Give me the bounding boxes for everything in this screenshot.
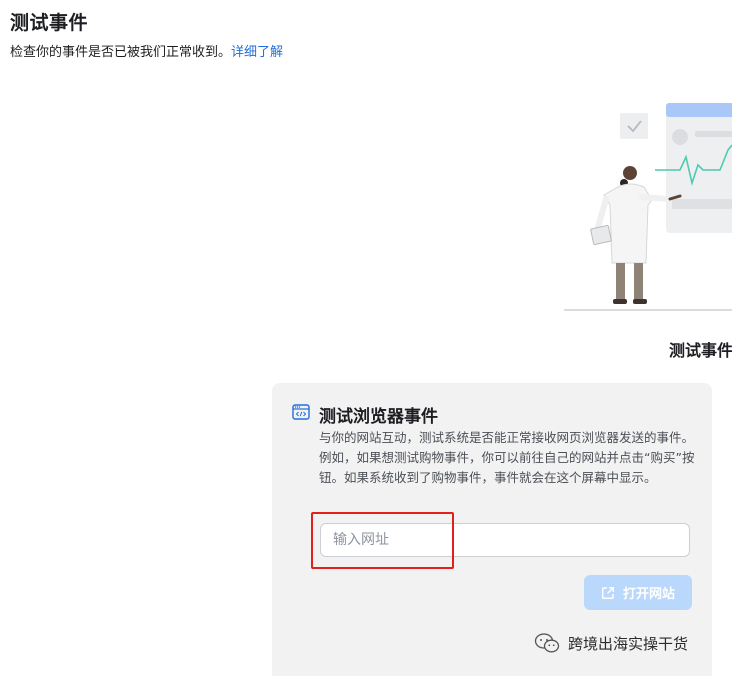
browser-test-card: 测试浏览器事件 与你的网站互动，测试系统是否能正常接收网页浏览器发送的事件。例如… xyxy=(272,383,712,676)
dashboard-avatar xyxy=(672,129,688,145)
card-title: 测试浏览器事件 xyxy=(319,407,438,427)
page-subtitle: 检查你的事件是否已被我们正常收到。详细了解 xyxy=(10,41,283,60)
subtitle-text: 检查你的事件是否已被我们正常收到。 xyxy=(10,45,232,60)
checkbox-shape xyxy=(620,113,648,139)
external-link-icon xyxy=(601,586,615,599)
learn-more-link[interactable]: 详细了解 xyxy=(231,45,283,60)
dashboard-header-bar xyxy=(666,103,732,117)
card-description: 与你的网站互动，测试系统是否能正常接收网页浏览器发送的事件。例如，如果想测试购物… xyxy=(319,430,695,485)
wechat-icon xyxy=(534,633,560,653)
person-head xyxy=(623,166,637,180)
open-website-label: 打开网站 xyxy=(622,587,675,602)
person-leg-left xyxy=(616,263,625,301)
open-website-button[interactable]: 打开网站 xyxy=(584,575,692,610)
person-leg-right xyxy=(634,263,643,301)
illustration-caption: 测试事件 xyxy=(669,341,732,360)
browser-code-icon xyxy=(292,404,310,420)
watermark: 跨境出海实操干货 xyxy=(534,632,688,654)
watermark-text: 跨境出海实操干货 xyxy=(568,634,689,653)
url-input[interactable] xyxy=(320,523,690,557)
test-events-illustration xyxy=(564,103,732,311)
dashboard-panel xyxy=(666,103,732,233)
clipboard xyxy=(590,224,612,246)
page-title: 测试事件 xyxy=(10,12,89,34)
